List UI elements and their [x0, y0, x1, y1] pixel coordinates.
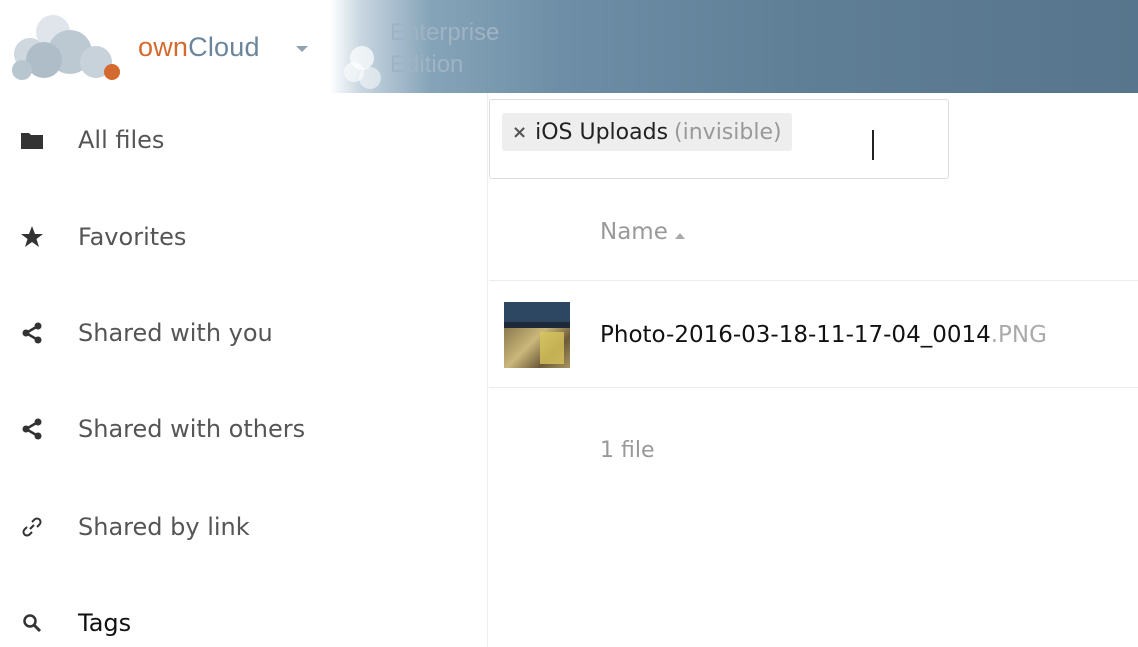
brand-own-text: own: [138, 32, 189, 62]
sidebar-item-label: Favorites: [78, 223, 187, 251]
file-thumbnail[interactable]: [504, 302, 570, 368]
sidebar: All files Favorites Shared with you Shar…: [0, 93, 488, 647]
sidebar-item-label: Shared by link: [78, 513, 250, 541]
tag-chip: × iOS Uploads (invisible): [502, 113, 792, 151]
brand-cloud-text: Cloud: [188, 32, 260, 62]
sidebar-item-label: Shared with others: [78, 415, 306, 443]
tag-name: iOS Uploads: [535, 119, 669, 145]
folder-icon: [20, 128, 44, 152]
owncloud-logo-icon[interactable]: [8, 14, 120, 84]
file-name[interactable]: Photo-2016-03-18-11-17-04_0014.PNG: [600, 322, 1047, 348]
sidebar-item-all-files[interactable]: All files: [0, 110, 487, 170]
header-bar: ownCloud Enterprise Edition: [0, 0, 1138, 93]
edition-line2: Edition: [390, 51, 464, 78]
search-icon: [20, 611, 44, 635]
sidebar-item-shared-with-you[interactable]: Shared with you: [0, 303, 487, 363]
sidebar-item-shared-by-link[interactable]: Shared by link: [0, 497, 487, 557]
tag-visibility: (invisible): [674, 119, 782, 145]
edition-line1: Enterprise: [390, 19, 500, 46]
remove-tag-icon[interactable]: ×: [512, 122, 527, 143]
file-basename: Photo-2016-03-18-11-17-04_0014: [600, 322, 991, 348]
share-icon: [20, 321, 44, 345]
app-menu-button[interactable]: ownCloud: [138, 32, 260, 63]
table-row[interactable]: Photo-2016-03-18-11-17-04_0014.PNG: [489, 282, 1138, 388]
file-area: × iOS Uploads (invisible) Name Photo-201…: [489, 93, 1138, 647]
sidebar-item-label: Tags: [78, 609, 132, 637]
sidebar-item-favorites[interactable]: Favorites: [0, 207, 487, 267]
share-icon: [20, 417, 44, 441]
text-cursor: [872, 130, 874, 160]
sidebar-item-label: All files: [78, 126, 165, 154]
file-extension: .PNG: [990, 322, 1047, 348]
file-count-summary: 1 file: [600, 438, 655, 463]
sort-ascending-icon[interactable]: [675, 233, 685, 239]
tag-filter-input[interactable]: × iOS Uploads (invisible): [489, 99, 949, 179]
sidebar-item-tags[interactable]: Tags: [0, 593, 487, 647]
edition-label: Enterprise Edition: [390, 17, 499, 81]
star-icon: [20, 225, 44, 249]
sidebar-item-shared-with-others[interactable]: Shared with others: [0, 399, 487, 459]
column-header-name[interactable]: Name: [600, 219, 668, 245]
chevron-down-icon[interactable]: [296, 46, 308, 52]
sidebar-item-label: Shared with you: [78, 319, 273, 347]
file-list-header: Name: [489, 193, 1138, 281]
link-icon: [20, 515, 44, 539]
